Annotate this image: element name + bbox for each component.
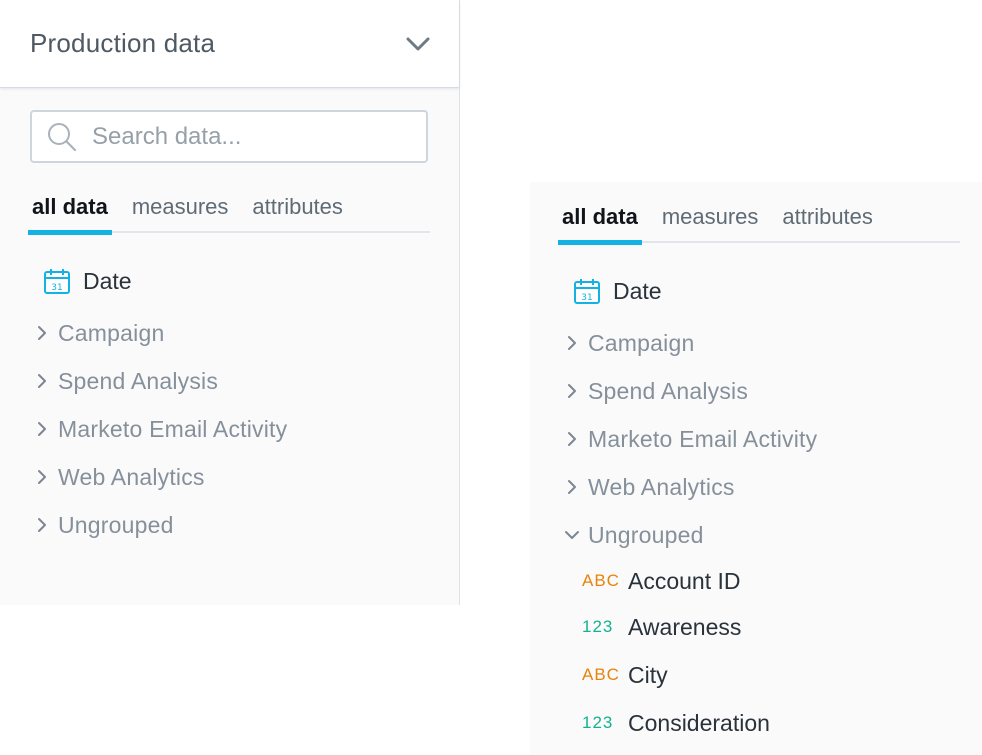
chevron-right-icon: [560, 475, 584, 499]
group-ungrouped[interactable]: Ungrouped: [30, 501, 430, 549]
data-tree: 31 Date Campaign Spend Analysis Marketo …: [560, 273, 960, 747]
date-label: Date: [613, 277, 662, 304]
chevron-right-icon: [30, 321, 54, 345]
left-data-panel: Production data all data measures attrib…: [0, 0, 460, 605]
tab-measures[interactable]: measures: [128, 193, 233, 233]
group-label: Marketo Email Activity: [588, 425, 818, 452]
chevron-right-icon: [30, 369, 54, 393]
group-label: Marketo Email Activity: [58, 415, 288, 442]
field-label: Consideration: [628, 709, 770, 736]
chevron-right-icon: [560, 331, 584, 355]
dataset-picker[interactable]: Production data: [0, 0, 459, 88]
tab-attributes[interactable]: attributes: [248, 193, 347, 233]
group-web-analytics[interactable]: Web Analytics: [30, 453, 430, 501]
group-marketo-email-activity[interactable]: Marketo Email Activity: [560, 415, 960, 463]
data-type-tabs: all data measures attributes: [28, 193, 430, 235]
calendar-day-text: 31: [581, 293, 592, 303]
field-item-consideration[interactable]: 123 Consideration: [560, 699, 960, 747]
attribute-type-icon: ABC: [582, 571, 620, 590]
calendar-icon: 31: [573, 277, 601, 305]
date-item[interactable]: 31 Date: [30, 263, 430, 299]
tab-all-data[interactable]: all data: [558, 203, 642, 245]
group-label: Ungrouped: [58, 511, 174, 538]
field-label: Account ID: [628, 567, 741, 594]
attribute-type-icon: ABC: [582, 665, 620, 684]
chevron-down-icon[interactable]: [405, 31, 431, 57]
chevron-right-icon: [30, 465, 54, 489]
tab-attributes[interactable]: attributes: [778, 203, 877, 243]
chevron-right-icon: [30, 417, 54, 441]
chevron-right-icon: [560, 427, 584, 451]
search-input[interactable]: [92, 122, 412, 151]
group-label: Campaign: [58, 319, 165, 346]
chevron-down-icon: [560, 523, 584, 547]
fact-type-icon: 123: [582, 713, 614, 732]
search-box[interactable]: [30, 110, 428, 163]
group-label: Campaign: [588, 329, 695, 356]
right-data-panel: all data measures attributes 31 Date Cam…: [530, 182, 982, 755]
group-campaign[interactable]: Campaign: [30, 309, 430, 357]
date-label: Date: [83, 267, 132, 294]
group-ungrouped[interactable]: Ungrouped: [560, 511, 960, 559]
dataset-title: Production data: [30, 28, 216, 58]
chevron-right-icon: [560, 379, 584, 403]
group-campaign[interactable]: Campaign: [560, 319, 960, 367]
group-spend-analysis[interactable]: Spend Analysis: [560, 367, 960, 415]
field-item-city[interactable]: ABC City: [560, 651, 960, 699]
calendar-day-text: 31: [51, 283, 62, 293]
group-spend-analysis[interactable]: Spend Analysis: [30, 357, 430, 405]
group-web-analytics[interactable]: Web Analytics: [560, 463, 960, 511]
group-label: Web Analytics: [588, 473, 735, 500]
data-tree: 31 Date Campaign Spend Analysis Marketo …: [30, 263, 430, 549]
search-icon: [32, 112, 92, 161]
group-marketo-email-activity[interactable]: Marketo Email Activity: [30, 405, 430, 453]
group-label: Spend Analysis: [58, 367, 219, 394]
tab-all-data[interactable]: all data: [28, 193, 112, 235]
group-label: Spend Analysis: [588, 377, 749, 404]
calendar-icon: 31: [43, 267, 71, 295]
date-item[interactable]: 31 Date: [560, 273, 960, 309]
field-label: Awareness: [628, 613, 742, 640]
group-label: Web Analytics: [58, 463, 205, 490]
chevron-right-icon: [30, 513, 54, 537]
field-label: City: [628, 661, 668, 688]
group-label: Ungrouped: [588, 521, 704, 548]
field-item-account-id[interactable]: ABC Account ID: [560, 559, 960, 603]
field-item-awareness[interactable]: 123 Awareness: [560, 603, 960, 651]
data-type-tabs: all data measures attributes: [558, 203, 960, 245]
tab-measures[interactable]: measures: [658, 203, 763, 243]
fact-type-icon: 123: [582, 617, 614, 636]
